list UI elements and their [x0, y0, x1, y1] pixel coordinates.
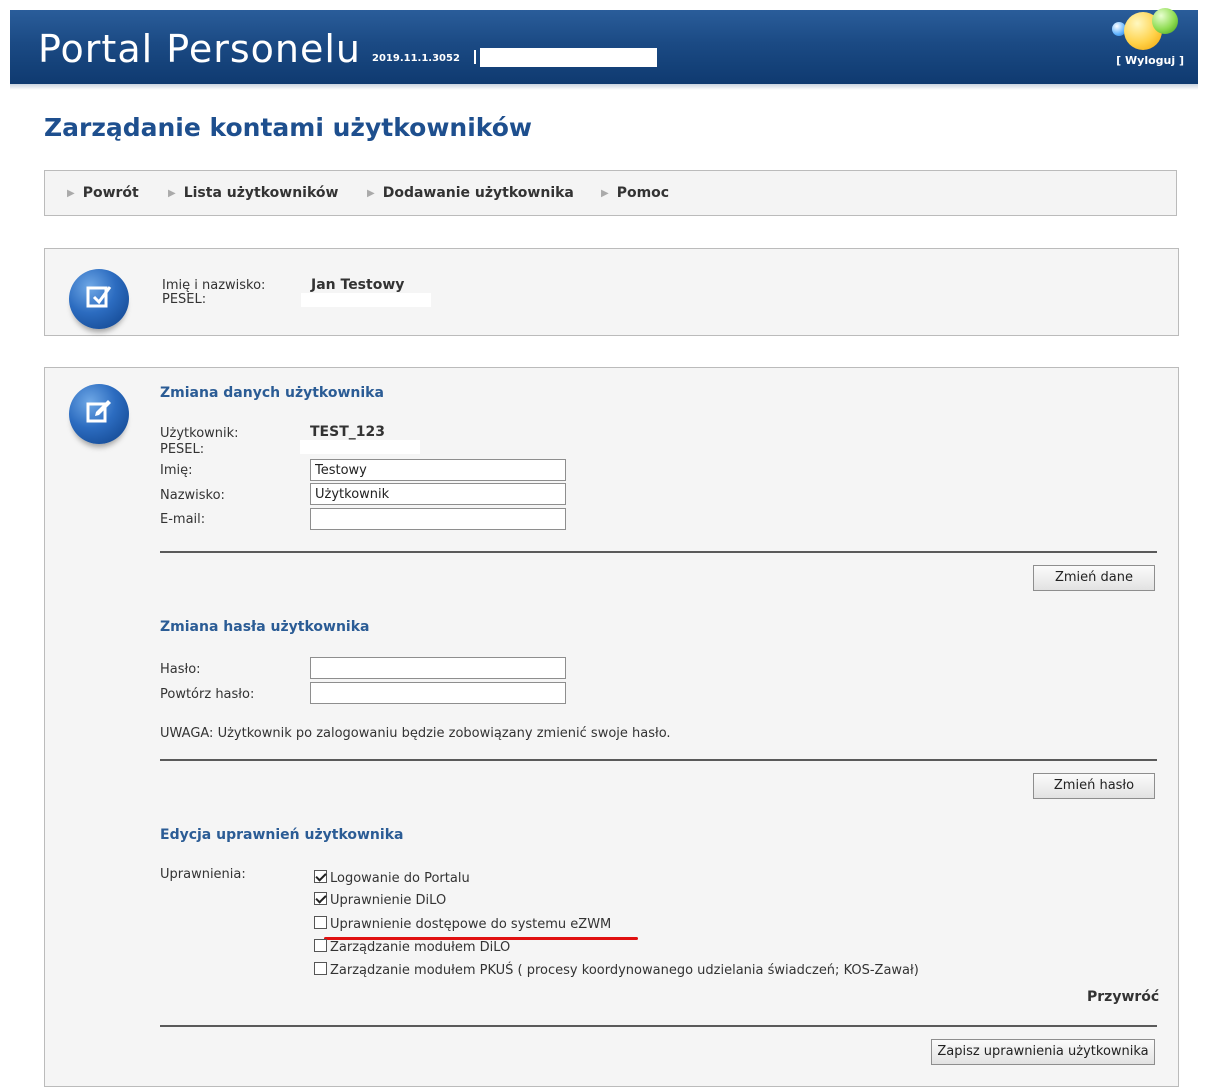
nav-item-label: Pomoc: [616, 185, 670, 201]
logout-link[interactable]: [ Wyloguj ]: [1116, 54, 1184, 67]
permission-item[interactable]: Uprawnienie dostępowe do systemu eZWM: [314, 916, 612, 937]
pesel-label: PESEL:: [160, 442, 205, 457]
header-shadow: [10, 84, 1198, 90]
checkbox[interactable]: [314, 962, 327, 975]
redacted-user-info: [480, 48, 657, 67]
app-title: Portal Personelu: [38, 27, 361, 71]
name-value: Jan Testowy: [311, 277, 405, 293]
divider: [160, 759, 1157, 761]
redacted-pesel: [300, 440, 420, 454]
checkbox[interactable]: [314, 870, 327, 883]
redacted-pesel: [301, 293, 431, 307]
repeat-password-label: Powtórz hasło:: [160, 687, 255, 702]
user-edit-icon: [69, 384, 129, 444]
first-name-field[interactable]: [310, 459, 566, 481]
play-arrow-icon: ▶: [168, 188, 176, 199]
permission-item[interactable]: Zarządzanie modułem DiLO: [314, 939, 511, 960]
section-password-heading: Zmiana hasła użytkownika: [160, 619, 370, 635]
permission-label: Zarządzanie modułem DiLO: [330, 940, 511, 955]
nav-item-label: Dodawanie użytkownika: [382, 185, 574, 201]
app-version: 2019.11.1.3052: [372, 53, 460, 64]
permission-item[interactable]: Zarządzanie modułem PKUŚ ( procesy koord…: [314, 962, 919, 983]
play-arrow-icon: ▶: [601, 188, 609, 199]
first-name-label: Imię:: [160, 463, 193, 478]
play-arrow-icon: ▶: [67, 188, 75, 199]
permission-label: Uprawnienie dostępowe do systemu eZWM: [330, 917, 612, 932]
nav-bar: ▶ Powrót ▶ Lista użytkowników ▶ Dodawanie u…: [44, 170, 1177, 216]
play-arrow-icon: ▶: [367, 188, 375, 199]
nav-item-label: Lista użytkowników: [183, 185, 339, 201]
section-user-data-heading: Zmiana danych użytkownika: [160, 385, 384, 401]
email-label: E-mail:: [160, 512, 206, 527]
nav-item-help[interactable]: ▶ Pomoc: [601, 185, 669, 201]
last-name-field[interactable]: [310, 483, 566, 505]
nav-item-back[interactable]: ▶ Powrót: [67, 185, 139, 201]
repeat-password-field[interactable]: [310, 682, 566, 704]
permission-item[interactable]: Uprawnienie DiLO: [314, 892, 447, 913]
app-header: Portal Personelu 2019.11.1.3052 [ Wylogu…: [10, 8, 1198, 84]
save-permissions-button[interactable]: Zapisz uprawnienia użytkownika: [931, 1039, 1155, 1065]
password-label: Hasło:: [160, 662, 201, 677]
divider: [160, 1025, 1157, 1027]
change-data-button[interactable]: Zmień dane: [1033, 565, 1155, 591]
user-label: Użytkownik:: [160, 426, 239, 441]
password-note: UWAGA: Użytkownik po zalogowaniu będzie …: [160, 726, 671, 741]
checkbox[interactable]: [314, 892, 327, 905]
permission-label: Logowanie do Portalu: [330, 871, 470, 886]
permission-label: Uprawnienie DiLO: [330, 893, 447, 908]
checkbox[interactable]: [314, 916, 327, 929]
nav-item-label: Powrót: [82, 185, 139, 201]
checkbox[interactable]: [314, 939, 327, 952]
restore-link[interactable]: Przywróć: [1087, 989, 1159, 1005]
permission-item[interactable]: Logowanie do Portalu: [314, 870, 470, 891]
nav-item-add-user[interactable]: ▶ Dodawanie użytkownika: [367, 185, 574, 201]
section-permissions-heading: Edycja uprawnień użytkownika: [160, 827, 404, 843]
pesel-label: PESEL:: [162, 292, 207, 307]
logo-balls-icon: [1102, 6, 1182, 60]
email-field[interactable]: [310, 508, 566, 530]
page-title: Zarządanie kontami użytkowników: [44, 113, 533, 142]
permissions-label: Uprawnienia:: [160, 867, 246, 882]
nav-item-user-list[interactable]: ▶ Lista użytkowników: [168, 185, 338, 201]
last-name-label: Nazwisko:: [160, 488, 225, 503]
change-password-button[interactable]: Zmień hasło: [1033, 773, 1155, 799]
user-value: TEST_123: [310, 424, 385, 440]
permission-label: Zarządzanie modułem PKUŚ ( procesy koord…: [330, 963, 919, 978]
password-field[interactable]: [310, 657, 566, 679]
version-separator: [474, 50, 476, 64]
divider: [160, 551, 1157, 553]
name-label: Imię i nazwisko:: [162, 278, 266, 293]
user-summary-panel: Imię i nazwisko: Jan Testowy PESEL:: [44, 248, 1179, 336]
user-edit-icon: [69, 269, 129, 329]
